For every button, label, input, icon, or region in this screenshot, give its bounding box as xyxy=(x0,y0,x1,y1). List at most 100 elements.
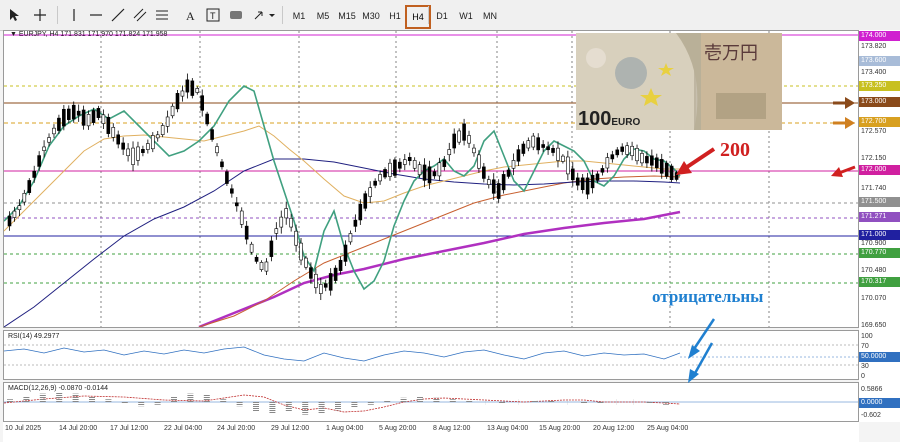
candlestick xyxy=(447,142,452,162)
candlestick xyxy=(333,265,338,284)
time-label: 10 Jul 2025 xyxy=(5,425,42,432)
timeframe-m5[interactable]: M5 xyxy=(311,5,335,27)
horizontal-line-icon[interactable] xyxy=(86,5,106,25)
candlestick xyxy=(590,169,595,194)
candlestick xyxy=(175,90,180,113)
candlestick xyxy=(131,141,135,172)
timeframe-d1[interactable]: D1 xyxy=(430,5,454,27)
candlestick xyxy=(121,137,125,155)
candlestick xyxy=(205,111,209,127)
candlestick xyxy=(353,214,358,233)
candlestick xyxy=(215,143,219,157)
level-tag-171[interactable]: 171.000 xyxy=(859,230,900,240)
shapes-icon[interactable] xyxy=(226,5,246,25)
candlestick xyxy=(150,132,155,153)
toolbar-divider xyxy=(428,6,429,24)
candlestick xyxy=(323,279,328,292)
candlestick xyxy=(393,157,397,178)
candlestick xyxy=(91,107,96,126)
price-label: 172.150 xyxy=(861,155,887,162)
candlestick xyxy=(136,141,140,166)
candlestick xyxy=(126,143,130,162)
candlestick xyxy=(368,181,373,204)
timeframe-h1[interactable]: H1 xyxy=(383,5,407,27)
candlestick xyxy=(580,174,585,194)
level-tag-172[interactable]: 172.000 xyxy=(859,165,900,175)
candlestick xyxy=(200,89,205,117)
timeframe-mn[interactable]: MN xyxy=(478,5,502,27)
svg-text:T: T xyxy=(210,11,216,21)
level-tag-17077[interactable]: 170.770 xyxy=(859,248,900,258)
time-label: 5 Aug 20:00 xyxy=(379,425,417,432)
negative-annotation: отрицательны xyxy=(652,287,764,306)
candlestick xyxy=(27,178,32,196)
candlestick xyxy=(457,128,461,145)
candlestick xyxy=(378,170,382,185)
candlestick xyxy=(388,158,392,181)
candlestick xyxy=(556,141,560,168)
candlestick xyxy=(635,144,639,165)
level-tag-173[interactable]: 173.000 xyxy=(859,97,900,107)
fibonacci-icon[interactable] xyxy=(152,5,172,25)
banknote-yen-text: 壱万円 xyxy=(704,43,758,64)
level-tag-1736[interactable]: 173.600 xyxy=(859,56,900,66)
candlestick xyxy=(32,165,37,183)
candlestick xyxy=(630,141,634,161)
candlestick xyxy=(566,150,570,181)
candlestick xyxy=(269,236,274,262)
candlestick xyxy=(284,201,289,225)
timeframe-w1[interactable]: W1 xyxy=(454,5,478,27)
trendline-icon[interactable] xyxy=(108,5,128,25)
candlestick xyxy=(239,207,244,229)
candlestick xyxy=(491,173,496,200)
time-label: 13 Aug 04:00 xyxy=(487,425,529,432)
equidistant-channel-icon[interactable] xyxy=(130,5,150,25)
macd-pane[interactable]: MACD(12,26,9) -0.0870 -0.0144 xyxy=(3,342,859,422)
candlestick xyxy=(620,143,625,156)
candlestick xyxy=(66,105,71,124)
timeframe-m15[interactable]: M15 xyxy=(335,5,359,27)
timeframe-m1[interactable]: M1 xyxy=(287,5,311,27)
level-tag-171271[interactable]: 171.271 xyxy=(859,212,900,222)
candlestick xyxy=(17,199,22,217)
level-tag-17325[interactable]: 173.250 xyxy=(859,81,900,91)
candlestick xyxy=(561,154,565,164)
candlestick xyxy=(511,153,516,176)
time-axis: 10 Jul 2025 14 Jul 20:00 17 Jul 12:00 22… xyxy=(3,422,859,442)
timeframe-m30[interactable]: M30 xyxy=(359,5,383,27)
candlestick xyxy=(141,145,145,157)
cursor-icon[interactable] xyxy=(4,5,24,25)
banknote-photo: 100EURO 壱万円 xyxy=(576,33,782,130)
price-label: 171.740 xyxy=(861,185,887,192)
price-chart[interactable]: ▼ EURJPY, H4 171.831 171.970 171.824 171… xyxy=(3,30,859,328)
arrows-dropdown-icon[interactable] xyxy=(250,5,278,25)
text-label-icon[interactable]: T xyxy=(203,5,223,25)
macd-header: MACD(12,26,9) -0.0870 -0.0144 xyxy=(8,385,108,392)
level-tag-1715[interactable]: 171.500 xyxy=(859,197,900,207)
candlestick xyxy=(664,160,669,179)
candlestick xyxy=(531,132,536,151)
vertical-line-icon[interactable] xyxy=(64,5,84,25)
level-tag-1727[interactable]: 172.700 xyxy=(859,117,900,127)
candlestick xyxy=(452,128,457,154)
text-tool-icon[interactable]: A xyxy=(180,5,200,25)
candlestick xyxy=(605,152,610,173)
time-label: 14 Jul 20:00 xyxy=(59,425,98,432)
candlestick xyxy=(274,222,279,240)
candlestick xyxy=(398,158,402,173)
price-scale[interactable]: 173.820 173.400 172.570 172.150 171.740 … xyxy=(859,30,900,422)
candlestick xyxy=(482,162,486,183)
price-label: 173.820 xyxy=(861,43,887,50)
level-tag-174[interactable]: 174.000 xyxy=(859,31,900,41)
candlestick xyxy=(654,153,659,172)
candlestick xyxy=(600,165,605,176)
crosshair-icon[interactable] xyxy=(30,5,50,25)
candlestick xyxy=(467,130,471,148)
orange-arrow-icon xyxy=(833,117,855,129)
candlestick xyxy=(486,175,491,189)
time-label: 17 Jul 12:00 xyxy=(110,425,149,432)
candlestick xyxy=(521,141,526,157)
price-label: 173.400 xyxy=(861,69,887,76)
level-tag-170317[interactable]: 170.317 xyxy=(859,277,900,287)
price-label: 169.650 xyxy=(861,322,887,329)
